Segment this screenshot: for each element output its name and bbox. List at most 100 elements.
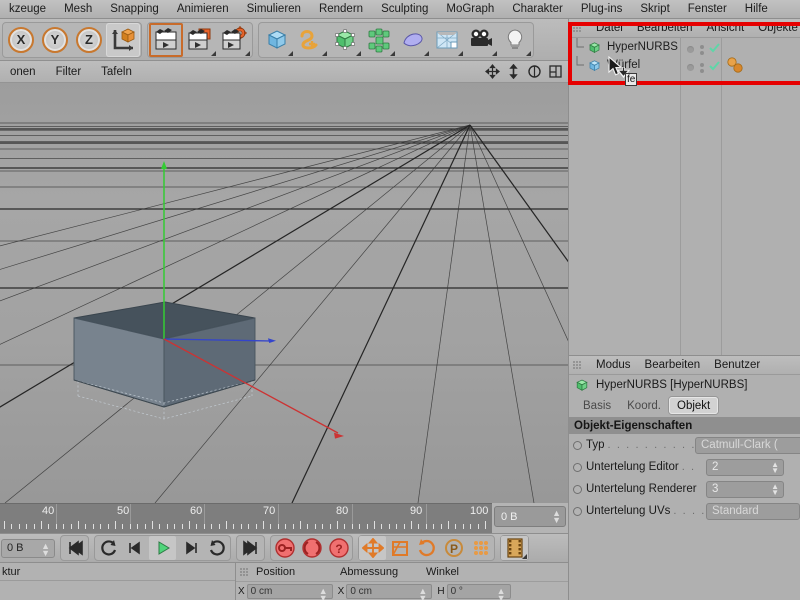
menu-item-simulieren[interactable]: Simulieren: [238, 0, 310, 19]
current-frame-field[interactable]: 0 B ▲ ▼: [494, 506, 566, 527]
render-view-icon[interactable]: [149, 22, 183, 57]
visibility-editor-dot[interactable]: [687, 64, 694, 71]
previous-key-button[interactable]: [95, 536, 122, 560]
coord-spinner-icon[interactable]: ▲ ▼: [418, 586, 427, 600]
menu-item-fenster[interactable]: Fenster: [679, 0, 736, 19]
menu-item-mesh[interactable]: Mesh: [55, 0, 101, 19]
coord-field-angle-h[interactable]: 0 ° ▲ ▼: [446, 583, 511, 600]
camera-icon[interactable]: [464, 23, 498, 57]
visibility-toggle-dots[interactable]: [700, 44, 704, 55]
playback-spinner-icon[interactable]: ▲ ▼: [41, 541, 50, 557]
record-scale-button[interactable]: [386, 536, 413, 560]
render-region-icon[interactable]: [183, 23, 217, 57]
object-menu-datei[interactable]: Datei: [589, 19, 630, 38]
go-to-end-button[interactable]: [237, 536, 264, 560]
axis-lock-z-button[interactable]: Z: [72, 23, 106, 57]
property-dropdown-unterteilung-uvs[interactable]: Standard: [706, 502, 800, 520]
nurbs-icon[interactable]: [328, 23, 362, 57]
hypernurbs-icon[interactable]: [587, 40, 602, 55]
3d-viewport[interactable]: [0, 83, 568, 503]
menu-item-hilfe[interactable]: Hilfe: [736, 0, 777, 19]
grip-icon[interactable]: [239, 567, 252, 578]
coord-field-size-x[interactable]: 0 cm ▲ ▼: [346, 583, 433, 600]
visibility-editor-dot[interactable]: [687, 46, 694, 53]
tab-koord[interactable]: Koord.: [619, 397, 669, 414]
grip-icon[interactable]: [572, 23, 585, 34]
grip-icon[interactable]: [572, 360, 585, 371]
menu-item-charakter[interactable]: Charakter: [503, 0, 572, 19]
material-tags[interactable]: [725, 57, 747, 78]
coord-field-pos-x[interactable]: 0 cm ▲ ▼: [246, 583, 333, 600]
visibility-toggle-dots[interactable]: [700, 62, 704, 73]
object-row-hypernurbs[interactable]: HyperNURBS: [569, 38, 800, 56]
tab-basis[interactable]: Basis: [575, 397, 619, 414]
property-spinner-unterteilung-editor[interactable]: 2 ▲ ▼: [706, 458, 784, 476]
object-visibility-dots[interactable]: [687, 61, 720, 74]
render-settings-icon[interactable]: [217, 23, 251, 57]
autokey-button[interactable]: [298, 536, 325, 560]
object-row-wuerfel[interactable]: Würfel: [569, 56, 800, 74]
property-radio-unterteilung-renderer[interactable]: [573, 484, 582, 494]
object-menu-bearbeiten[interactable]: Bearbeiten: [630, 19, 700, 38]
timeline-button[interactable]: [501, 536, 528, 560]
scale-view-icon[interactable]: [505, 63, 522, 80]
viewport-menu-tafeln[interactable]: Tafeln: [91, 61, 142, 83]
keyframe-selection-button[interactable]: ?: [325, 536, 352, 560]
menu-item-sculpting[interactable]: Sculpting: [372, 0, 437, 19]
menu-item-animieren[interactable]: Animieren: [168, 0, 238, 19]
record-parameter-button[interactable]: P: [440, 536, 467, 560]
tab-objekt[interactable]: Objekt: [669, 397, 719, 414]
light-icon[interactable]: [498, 23, 532, 57]
menu-item-mograph[interactable]: MoGraph: [437, 0, 503, 19]
cube-primitive-icon[interactable]: [260, 23, 294, 57]
spinner-icon[interactable]: ▲ ▼: [771, 482, 779, 496]
spinner-icon[interactable]: ▲ ▼: [771, 460, 779, 474]
record-rotation-button[interactable]: [413, 536, 440, 560]
enabled-check-icon[interactable]: [709, 61, 720, 74]
coord-spinner-icon[interactable]: ▲ ▼: [497, 586, 506, 600]
frame-spinner-icon[interactable]: ▲ ▼: [552, 509, 561, 525]
attribute-menu-modus[interactable]: Modus: [589, 356, 638, 375]
deformer-icon[interactable]: [396, 23, 430, 57]
attribute-menu-benutzer[interactable]: Benutzer: [707, 356, 767, 375]
property-radio-unterteilung-editor[interactable]: [573, 462, 582, 472]
object-menu-objekte[interactable]: Objekte: [751, 19, 800, 38]
menu-item-rendern[interactable]: Rendern: [310, 0, 372, 19]
array-icon[interactable]: [362, 23, 396, 57]
object-axis-icon[interactable]: [106, 22, 140, 57]
enabled-check-icon[interactable]: [709, 43, 720, 56]
move-view-icon[interactable]: [484, 63, 501, 80]
loop-button[interactable]: [203, 536, 230, 560]
material-manager-menu-label[interactable]: ktur: [2, 566, 20, 578]
environment-icon[interactable]: [430, 23, 464, 57]
timeline-ruler[interactable]: 40 50 60 70 80 90 100: [0, 503, 492, 533]
cube-icon[interactable]: [587, 58, 602, 73]
spline-icon[interactable]: [294, 23, 328, 57]
record-position-button[interactable]: [359, 536, 386, 560]
step-back-button[interactable]: [122, 536, 149, 560]
viewport-menu-optionen[interactable]: onen: [0, 61, 46, 83]
axis-lock-x-button[interactable]: X: [4, 23, 38, 57]
go-to-start-button[interactable]: [61, 536, 88, 560]
object-visibility-dots[interactable]: [687, 43, 720, 56]
object-list[interactable]: HyperNURBS Würfel: [569, 38, 800, 355]
property-spinner-unterteilung-renderer[interactable]: 3 ▲ ▼: [706, 480, 784, 498]
property-radio-unterteilung-uvs[interactable]: [573, 506, 582, 516]
play-button[interactable]: [149, 536, 176, 560]
record-pla-button[interactable]: [467, 536, 494, 560]
object-name-hypernurbs[interactable]: HyperNURBS: [607, 41, 678, 53]
menu-item-snapping[interactable]: Snapping: [101, 0, 168, 19]
menu-item-plugins[interactable]: Plug-ins: [572, 0, 632, 19]
playback-frame-field[interactable]: 0 B ▲ ▼: [1, 538, 55, 558]
menu-item-werkzeuge[interactable]: kzeuge: [0, 0, 55, 19]
menu-item-skript[interactable]: Skript: [631, 0, 678, 19]
object-menu-ansicht[interactable]: Ansicht: [699, 19, 751, 38]
property-radio-typ[interactable]: [573, 440, 582, 450]
record-keyframe-button[interactable]: [271, 536, 298, 560]
rotate-view-icon[interactable]: [526, 63, 543, 80]
property-dropdown-typ[interactable]: Catmull-Clark (: [695, 436, 800, 454]
panel-view-icon[interactable]: [547, 63, 564, 80]
axis-lock-y-button[interactable]: Y: [38, 23, 72, 57]
coord-spinner-icon[interactable]: ▲ ▼: [319, 586, 328, 600]
object-name-wuerfel[interactable]: Würfel: [607, 59, 640, 71]
